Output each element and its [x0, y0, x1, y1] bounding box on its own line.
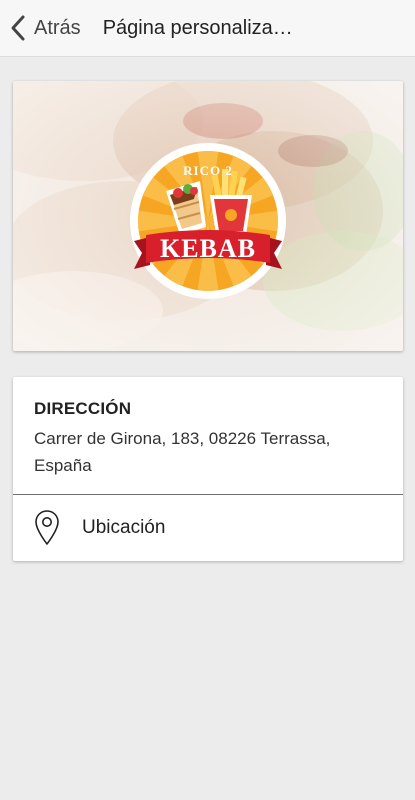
top-navigation-bar: Atrás Página personaliza…: [0, 0, 415, 57]
fries-icon: [210, 169, 252, 235]
address-title: DIRECCIÓN: [34, 399, 132, 418]
location-row[interactable]: Ubicación: [13, 495, 403, 561]
logo-banner-text: KEBAB: [160, 234, 256, 263]
map-pin-icon: [35, 510, 59, 545]
address-text: Carrer de Girona, 183, 08226 Terrassa, E…: [34, 429, 331, 475]
page-title: Página personaliza…: [102, 16, 293, 39]
kebab-photo-background: RICO 2 KEBAB: [13, 81, 403, 351]
logo-top-text: RICO 2: [183, 163, 233, 178]
address-section: DIRECCIÓN Carrer de Girona, 183, 08226 T…: [34, 399, 384, 479]
location-label: Ubicación: [82, 517, 166, 538]
address-card: DIRECCIÓN Carrer de Girona, 183, 08226 T…: [13, 377, 403, 561]
chevron-left-icon: [11, 15, 25, 41]
back-button[interactable]: Atrás: [0, 0, 87, 57]
restaurant-banner-image: RICO 2 KEBAB: [13, 81, 403, 351]
back-label: Atrás: [34, 16, 81, 39]
